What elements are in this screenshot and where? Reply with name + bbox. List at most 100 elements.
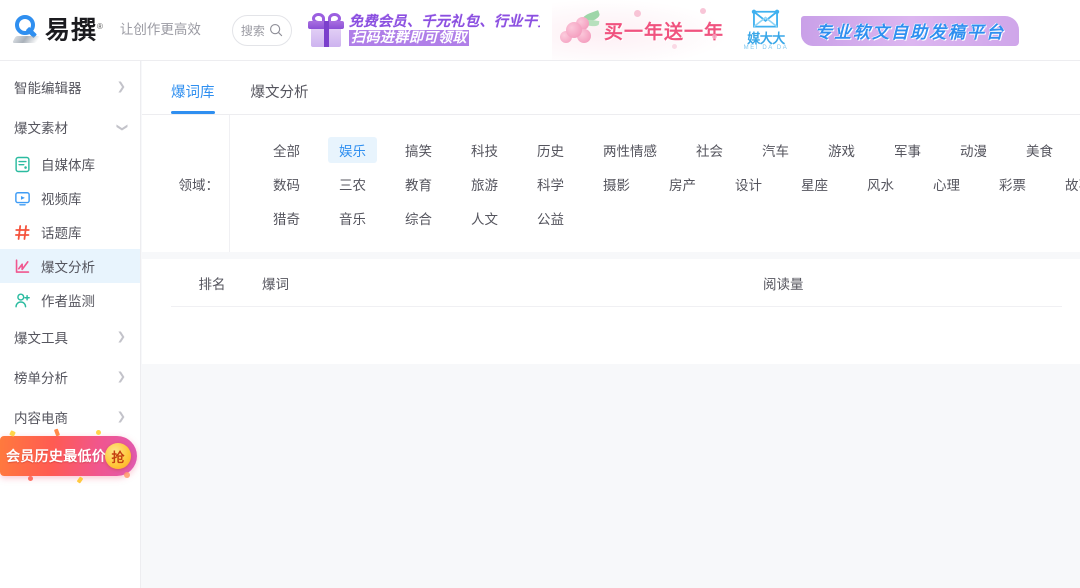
filter-chip-curiosity[interactable]: 猎奇: [262, 205, 311, 231]
sidebar-group-ranking-analysis[interactable]: 榜单分析 ❯: [0, 357, 140, 397]
sidebar-item-label: 作者监测: [41, 294, 95, 309]
sakura-petal-icon: [700, 8, 706, 14]
sidebar-item-zimeitiku[interactable]: 自媒体库: [0, 147, 140, 181]
filter-chip-society[interactable]: 社会: [685, 137, 734, 163]
chevron-right-icon: ❯: [116, 80, 126, 93]
app-header: 易撰® 让创作更高效 搜索 免费会员、千元礼包、行业干货 扫码进群即可领取 买一…: [0, 0, 1080, 61]
filter-chip-funny[interactable]: 搞笑: [394, 137, 443, 163]
filter-chip-anime[interactable]: 动漫: [949, 137, 998, 163]
filter-chip-science[interactable]: 科学: [526, 171, 575, 197]
results-table: 排名 爆词 阅读量: [142, 259, 1080, 364]
sidebar-item-label: 爆文分析: [41, 260, 95, 275]
content-tabs: 爆词库 爆文分析: [142, 61, 1080, 115]
sidebar-group-label: 爆文素材: [14, 121, 68, 136]
filter-chip-label: 故事: [1065, 178, 1080, 193]
banner-buy-one-get-one[interactable]: 买一年送一年: [552, 0, 727, 60]
filter-chip-digital[interactable]: 数码: [262, 171, 311, 197]
filter-chip-label: 搞笑: [405, 144, 432, 159]
filter-chip-design[interactable]: 设计: [724, 171, 773, 197]
filter-chip-label: 历史: [537, 144, 564, 159]
confetti-icon: [96, 430, 101, 435]
sidebar-group-label: 内容电商: [14, 411, 68, 426]
filter-chip-military[interactable]: 军事: [883, 137, 932, 163]
gift-box-icon: [307, 12, 347, 50]
filter-chip-label: 动漫: [960, 144, 987, 159]
filter-chip-label: 人文: [471, 212, 498, 227]
banner-gift-line2: 扫码进群即可领取: [349, 29, 469, 46]
table-col-rank: 排名: [198, 276, 226, 292]
filter-chip-realestate[interactable]: 房产: [658, 171, 707, 197]
filter-chip-games[interactable]: 游戏: [817, 137, 866, 163]
filter-chip-label: 旅游: [471, 178, 498, 193]
filter-chip-label: 科技: [471, 144, 498, 159]
promo-text: 会员历史最低价: [6, 448, 107, 464]
filter-chip-auto[interactable]: 汽车: [751, 137, 800, 163]
video-icon: [15, 191, 30, 206]
filter-chip-story[interactable]: 故事: [1054, 171, 1080, 197]
brand-registered-mark: ®: [97, 22, 104, 31]
tab-label: 爆文分析: [250, 85, 309, 101]
brand-logo[interactable]: 易撰®: [12, 10, 104, 50]
filter-chip-history[interactable]: 历史: [526, 137, 575, 163]
hashtag-icon: [14, 224, 30, 240]
filter-chip-humanities[interactable]: 人文: [460, 205, 509, 231]
filter-chip-general[interactable]: 综合: [394, 205, 443, 231]
tab-baociku[interactable]: 爆词库: [171, 81, 215, 114]
search-icon: [269, 24, 283, 37]
filter-chip-label: 房产: [669, 178, 696, 193]
filter-chip-psychology[interactable]: 心理: [922, 171, 971, 197]
filter-chip-label: 彩票: [999, 178, 1026, 193]
sidebar-group-label: 榜单分析: [14, 371, 68, 386]
sidebar-group-hot-material[interactable]: 爆文素材 ❯: [0, 107, 140, 147]
filter-chip-label: 设计: [735, 178, 762, 193]
chevron-right-icon: ❯: [116, 330, 126, 343]
filter-chip-food[interactable]: 美食: [1015, 137, 1064, 163]
sidebar-item-shipinku[interactable]: 视频库: [0, 181, 140, 215]
meida-logo: 媒大大 MEI DA DA: [736, 9, 796, 53]
search-input[interactable]: 搜索: [231, 14, 292, 46]
banner-meida-platform[interactable]: 媒大大 MEI DA DA 专业软文自助发稿平台: [732, 0, 1080, 60]
sidebar-item-baowenfenxi[interactable]: 爆文分析: [0, 249, 140, 283]
sidebar-group-hot-tools[interactable]: 爆文工具 ❯: [0, 317, 140, 357]
filter-chip-entertainment[interactable]: 娱乐: [328, 137, 377, 163]
filter-chip-photography[interactable]: 摄影: [592, 171, 641, 197]
filter-chip-tech[interactable]: 科技: [460, 137, 509, 163]
filter-chip-agriculture[interactable]: 三农: [328, 171, 377, 197]
filter-chip-label: 军事: [894, 144, 921, 159]
banner-meida-text: 专业软文自助发稿平台: [815, 23, 1005, 42]
search-placeholder: 搜索: [240, 23, 265, 38]
filter-chip-travel[interactable]: 旅游: [460, 171, 509, 197]
logo-mark-icon: [12, 14, 40, 44]
filter-chip-music[interactable]: 音乐: [328, 205, 377, 231]
sidebar-item-zuozhejiance[interactable]: 作者监测: [0, 283, 140, 317]
promo-grab-button[interactable]: 抢: [105, 443, 131, 469]
filter-chip-all[interactable]: 全部: [262, 137, 311, 163]
sidebar-group-smart-editor[interactable]: 智能编辑器 ❯: [0, 67, 140, 107]
filter-chip-charity[interactable]: 公益: [526, 205, 575, 231]
flower-icon: [558, 9, 602, 51]
filter-chip-astrology[interactable]: 星座: [790, 171, 839, 197]
promo-membership-banner[interactable]: 会员历史最低价 抢: [0, 428, 137, 484]
tab-baowenfenxi[interactable]: 爆文分析: [251, 81, 309, 114]
sidebar-group-content-commerce[interactable]: 内容电商 ❯: [0, 397, 140, 437]
filter-chip-education[interactable]: 教育: [394, 171, 443, 197]
banner-gift-line1: 免费会员、千元礼包、行业干货: [349, 13, 540, 30]
brand-name-text: 易撰: [45, 16, 98, 45]
meida-mark-icon: [751, 9, 780, 28]
document-icon: [15, 156, 30, 172]
banner-gift-membership[interactable]: 免费会员、千元礼包、行业干货 扫码进群即可领取: [305, 0, 540, 60]
filter-chip-label: 心理: [933, 178, 960, 193]
filter-chip-label: 娱乐: [339, 144, 366, 159]
table-header-divider: [171, 306, 1062, 307]
main-content: 爆词库 爆文分析 领域： 全部 娱乐 搞笑 科技 历史 两性情感 社会 汽车 游…: [142, 61, 1080, 588]
filter-row: 猎奇 音乐 综合 人文 公益: [262, 201, 1080, 235]
sidebar-item-huatiku[interactable]: 话题库: [0, 215, 140, 249]
filter-chip-fengshui[interactable]: 风水: [856, 171, 905, 197]
filter-chip-relationships[interactable]: 两性情感: [592, 137, 668, 163]
table-header-row: 排名 爆词 阅读量: [142, 259, 1080, 306]
confetti-icon: [124, 472, 130, 478]
filter-chip-lottery[interactable]: 彩票: [988, 171, 1037, 197]
chart-line-icon: [15, 258, 30, 273]
filter-chip-label: 美食: [1026, 144, 1053, 159]
banner-year-text: 买一年送一年: [604, 22, 725, 43]
